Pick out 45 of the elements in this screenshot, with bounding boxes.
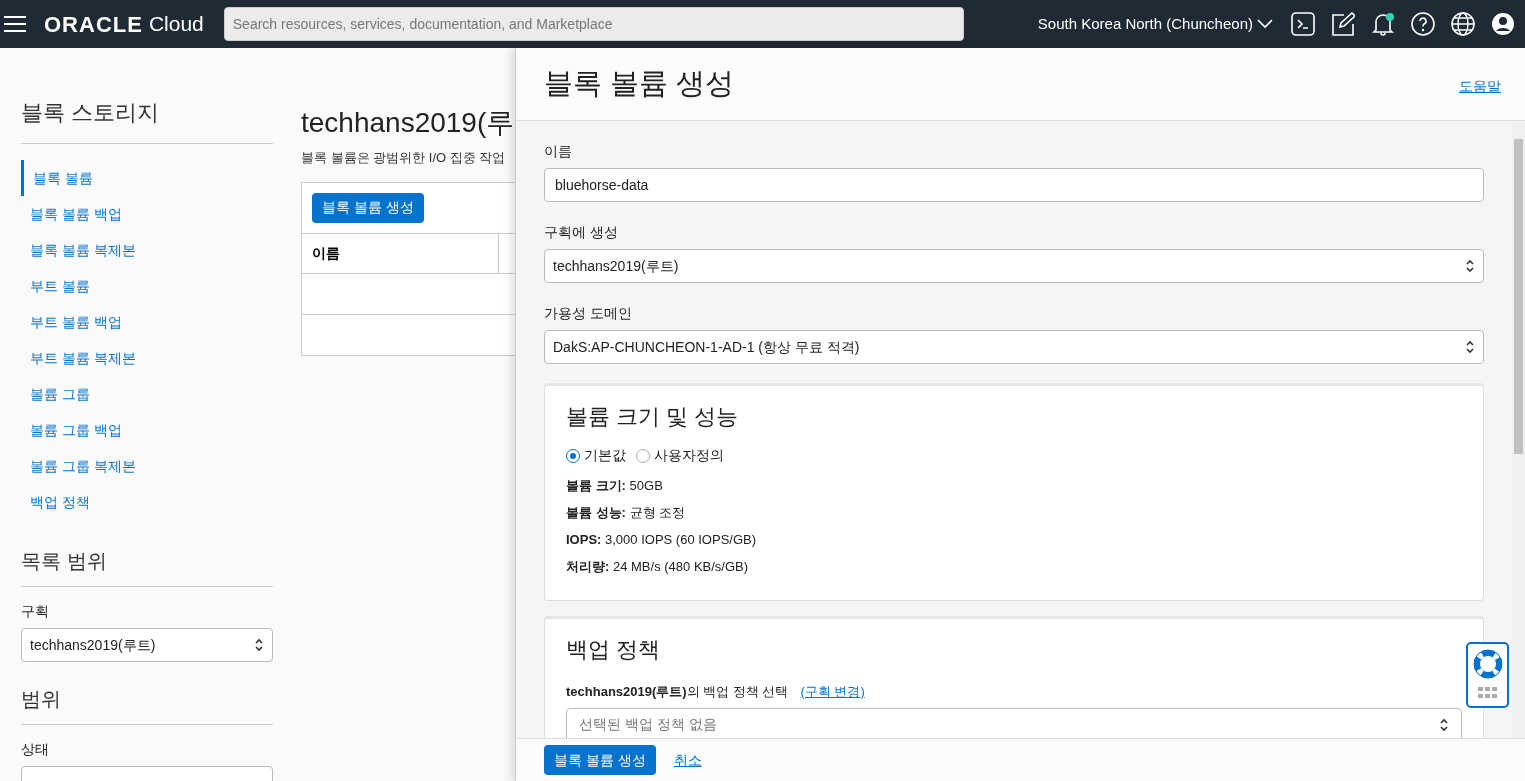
panel-title: 블록 볼륨 생성 xyxy=(544,66,735,102)
radio-option[interactable]: 기본값 xyxy=(566,445,626,466)
detail-line: 볼륨 크기: 50GB xyxy=(566,477,664,495)
help-link[interactable]: 도움말 xyxy=(1459,76,1501,97)
compartment-select[interactable]: techhans2019(루트) xyxy=(21,628,273,662)
sidebar-link[interactable]: 부트 볼륨 xyxy=(21,268,273,304)
sidebar-link[interactable]: 블록 볼륨 백업 xyxy=(21,196,273,232)
change-compartment-link[interactable]: (구획 변경) xyxy=(800,682,865,702)
field-label: 구획에 생성 xyxy=(544,223,619,242)
section-title: 볼륨 크기 및 성능 xyxy=(566,403,740,431)
section-title: 범위 xyxy=(21,684,273,725)
detail-line: IOPS: 3,000 IOPS (60 IOPS/GB) xyxy=(566,531,758,549)
section-title: 백업 정책 xyxy=(566,636,662,664)
page-title: techhans2019(루 xyxy=(301,106,515,140)
field-label: 가용성 도메인 xyxy=(544,304,633,323)
field-label: 구획 xyxy=(21,602,50,621)
backup-policy-select[interactable]: 선택된 백업 정책 없음 xyxy=(566,707,1462,738)
sidebar-link[interactable]: 블록 볼륨 복제본 xyxy=(21,232,273,268)
availability-domain-select[interactable]: DakS:AP-CHUNCHEON-1-AD-1 (항상 무료 적격) xyxy=(544,330,1484,364)
field-label: 상태 xyxy=(21,740,50,759)
cancel-link[interactable]: 취소 xyxy=(673,749,702,771)
detail-line: 처리량: 24 MB/s (480 KB/s/GB) xyxy=(566,558,750,576)
region-selector[interactable]: South Korea North (Chuncheon) xyxy=(1037,12,1273,36)
sidebar-link[interactable]: 볼륨 그룹 백업 xyxy=(21,412,273,448)
create-volume-button[interactable]: 블록 볼륨 생성 xyxy=(312,192,424,223)
field-label: 이름 xyxy=(544,142,573,161)
sidebar-link[interactable]: 볼륨 그룹 복제본 xyxy=(21,448,273,484)
submit-button[interactable]: 블록 볼륨 생성 xyxy=(544,745,656,775)
product-name: Cloud xyxy=(148,11,204,38)
column-header: 이름 xyxy=(302,233,499,273)
section-title: 목록 범위 xyxy=(21,546,273,587)
sidebar-link[interactable]: 볼륨 그룹 xyxy=(21,376,273,412)
sidebar-link[interactable]: 블록 볼륨 xyxy=(21,160,273,196)
sidebar-title: 블록 스토리지 xyxy=(21,96,273,144)
brand-logo[interactable]: ORACLE xyxy=(44,7,143,41)
name-input[interactable]: bluehorse-data xyxy=(544,168,1484,202)
radio-option[interactable]: 사용자정의 xyxy=(636,445,724,466)
sidebar-link[interactable]: 백업 정책 xyxy=(21,484,273,520)
backup-prompt: techhans2019(루트)의 백업 정책 선택 xyxy=(566,683,789,701)
sidebar-link[interactable]: 부트 볼륨 복제본 xyxy=(21,340,273,376)
page-description: 블록 볼륨은 광범위한 I/O 집중 작업 xyxy=(301,149,506,167)
sidebar-link[interactable]: 부트 볼륨 백업 xyxy=(21,304,273,340)
detail-line: 볼륨 성능: 균형 조정 xyxy=(566,504,687,522)
search-field[interactable]: Search resources, services, documentation, and Marketplace xyxy=(223,7,964,41)
compartment-select[interactable]: techhans2019(루트) xyxy=(544,249,1484,283)
